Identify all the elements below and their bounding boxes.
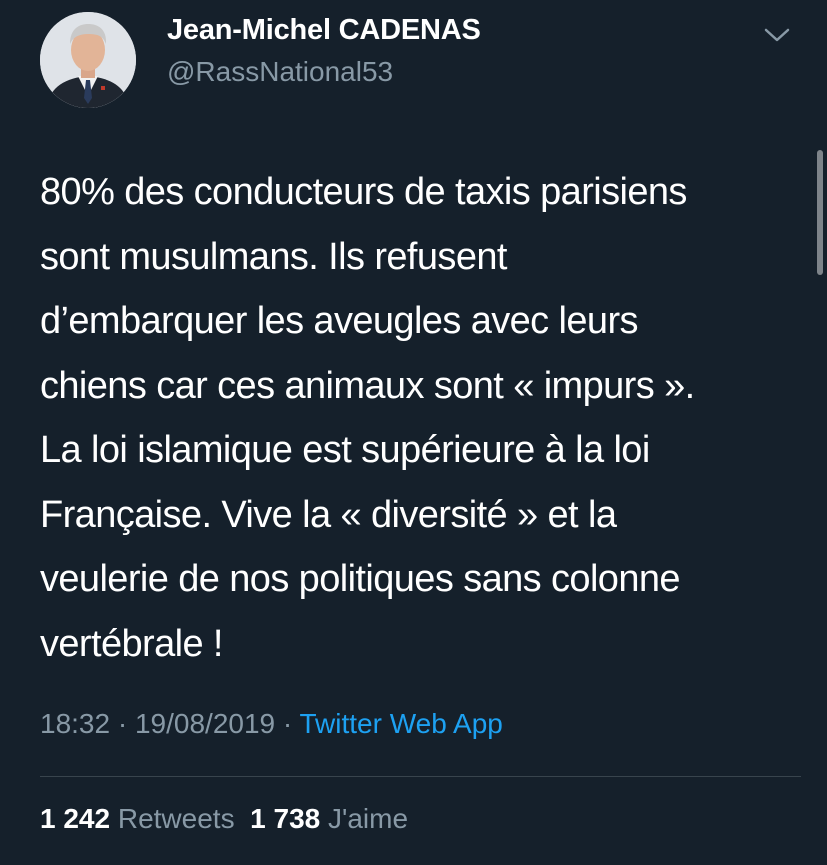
- likes-stat[interactable]: 1 738 J'aime: [250, 803, 408, 834]
- likes-count: 1 738: [250, 803, 321, 834]
- retweets-stat[interactable]: 1 242 Retweets: [40, 803, 235, 834]
- tweet-line: d’embarquer les aveugles avec leurs: [40, 300, 639, 342]
- retweets-count: 1 242: [40, 803, 111, 834]
- tweet-line: Française. Vive la « diversité » et la: [40, 493, 617, 536]
- tweet-line: sont musulmans. Ils refusent: [40, 235, 507, 278]
- avatar-portrait: [40, 12, 136, 108]
- author-name[interactable]: Jean-Michel CADENAS: [167, 14, 481, 47]
- divider: [40, 776, 801, 777]
- tweet-line: chiens car ces animaux sont « impurs ».: [40, 364, 695, 407]
- meta-separator: ·: [117, 708, 128, 739]
- tweet-time[interactable]: 18:32: [40, 708, 110, 739]
- author-handle[interactable]: @RassNational53: [167, 56, 393, 88]
- scrollbar[interactable]: [817, 150, 823, 275]
- avatar[interactable]: [40, 12, 136, 108]
- tweet-text: 80% des conducteurs de taxis parisiens s…: [40, 160, 800, 676]
- tweet-line: 80% des conducteurs de taxis parisiens: [40, 171, 687, 213]
- tweet-line: veulerie de nos politiques sans colonne: [40, 558, 681, 600]
- meta-separator: ·: [282, 708, 293, 739]
- tweet-stats: 1 242 Retweets 1 738 J'aime: [40, 803, 408, 835]
- tweet-meta: 18:32 · 19/08/2019 · Twitter Web App: [40, 708, 503, 740]
- tweet-line: La loi islamique est supérieure à la loi: [40, 429, 650, 471]
- tweet-line: vertébrale !: [40, 622, 224, 665]
- retweets-label: Retweets: [117, 803, 235, 834]
- likes-label: J'aime: [328, 803, 409, 834]
- tweet-source-link[interactable]: Twitter Web App: [300, 708, 503, 739]
- chevron-down-icon[interactable]: [762, 24, 792, 46]
- tweet-date[interactable]: 19/08/2019: [135, 708, 275, 739]
